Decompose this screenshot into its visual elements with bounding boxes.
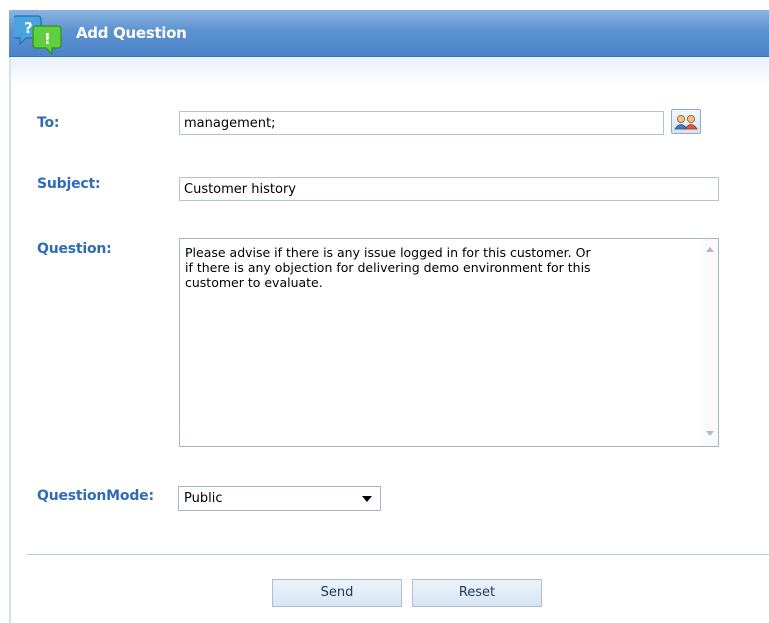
question-exclamation-bubbles-icon: ? !	[14, 15, 62, 54]
question-scrollbar[interactable]	[701, 239, 718, 446]
subject-label: Subject:	[37, 176, 101, 192]
to-field[interactable]: management;	[179, 111, 664, 135]
address-book-icon	[674, 115, 698, 130]
question-mode-select[interactable]: Public	[178, 486, 381, 511]
address-book-button[interactable]	[671, 109, 701, 134]
question-text: Please advise if there is any issue logg…	[185, 245, 591, 290]
left-border	[9, 57, 11, 623]
send-button[interactable]: Send	[272, 579, 402, 607]
question-label: Question:	[37, 241, 112, 257]
dialog-title: Add Question	[76, 24, 187, 42]
dialog-header: ? ! Add Question	[9, 10, 769, 57]
svg-text:?: ?	[24, 19, 33, 37]
footer-divider	[27, 554, 769, 555]
question-textarea[interactable]: Please advise if there is any issue logg…	[179, 238, 719, 447]
subject-field[interactable]: Customer history	[179, 177, 719, 201]
header-shadow	[11, 57, 769, 87]
reset-button[interactable]: Reset	[412, 579, 542, 607]
subject-value: Customer history	[184, 182, 296, 197]
to-value: management;	[184, 116, 276, 131]
scroll-down-arrow-icon[interactable]	[706, 431, 714, 436]
question-mode-value: Public	[184, 491, 223, 506]
svg-text:!: !	[44, 30, 51, 48]
scroll-up-arrow-icon[interactable]	[706, 247, 714, 252]
dropdown-arrow-icon	[362, 496, 372, 502]
to-label: To:	[37, 115, 60, 131]
question-mode-label: QuestionMode:	[37, 488, 154, 504]
